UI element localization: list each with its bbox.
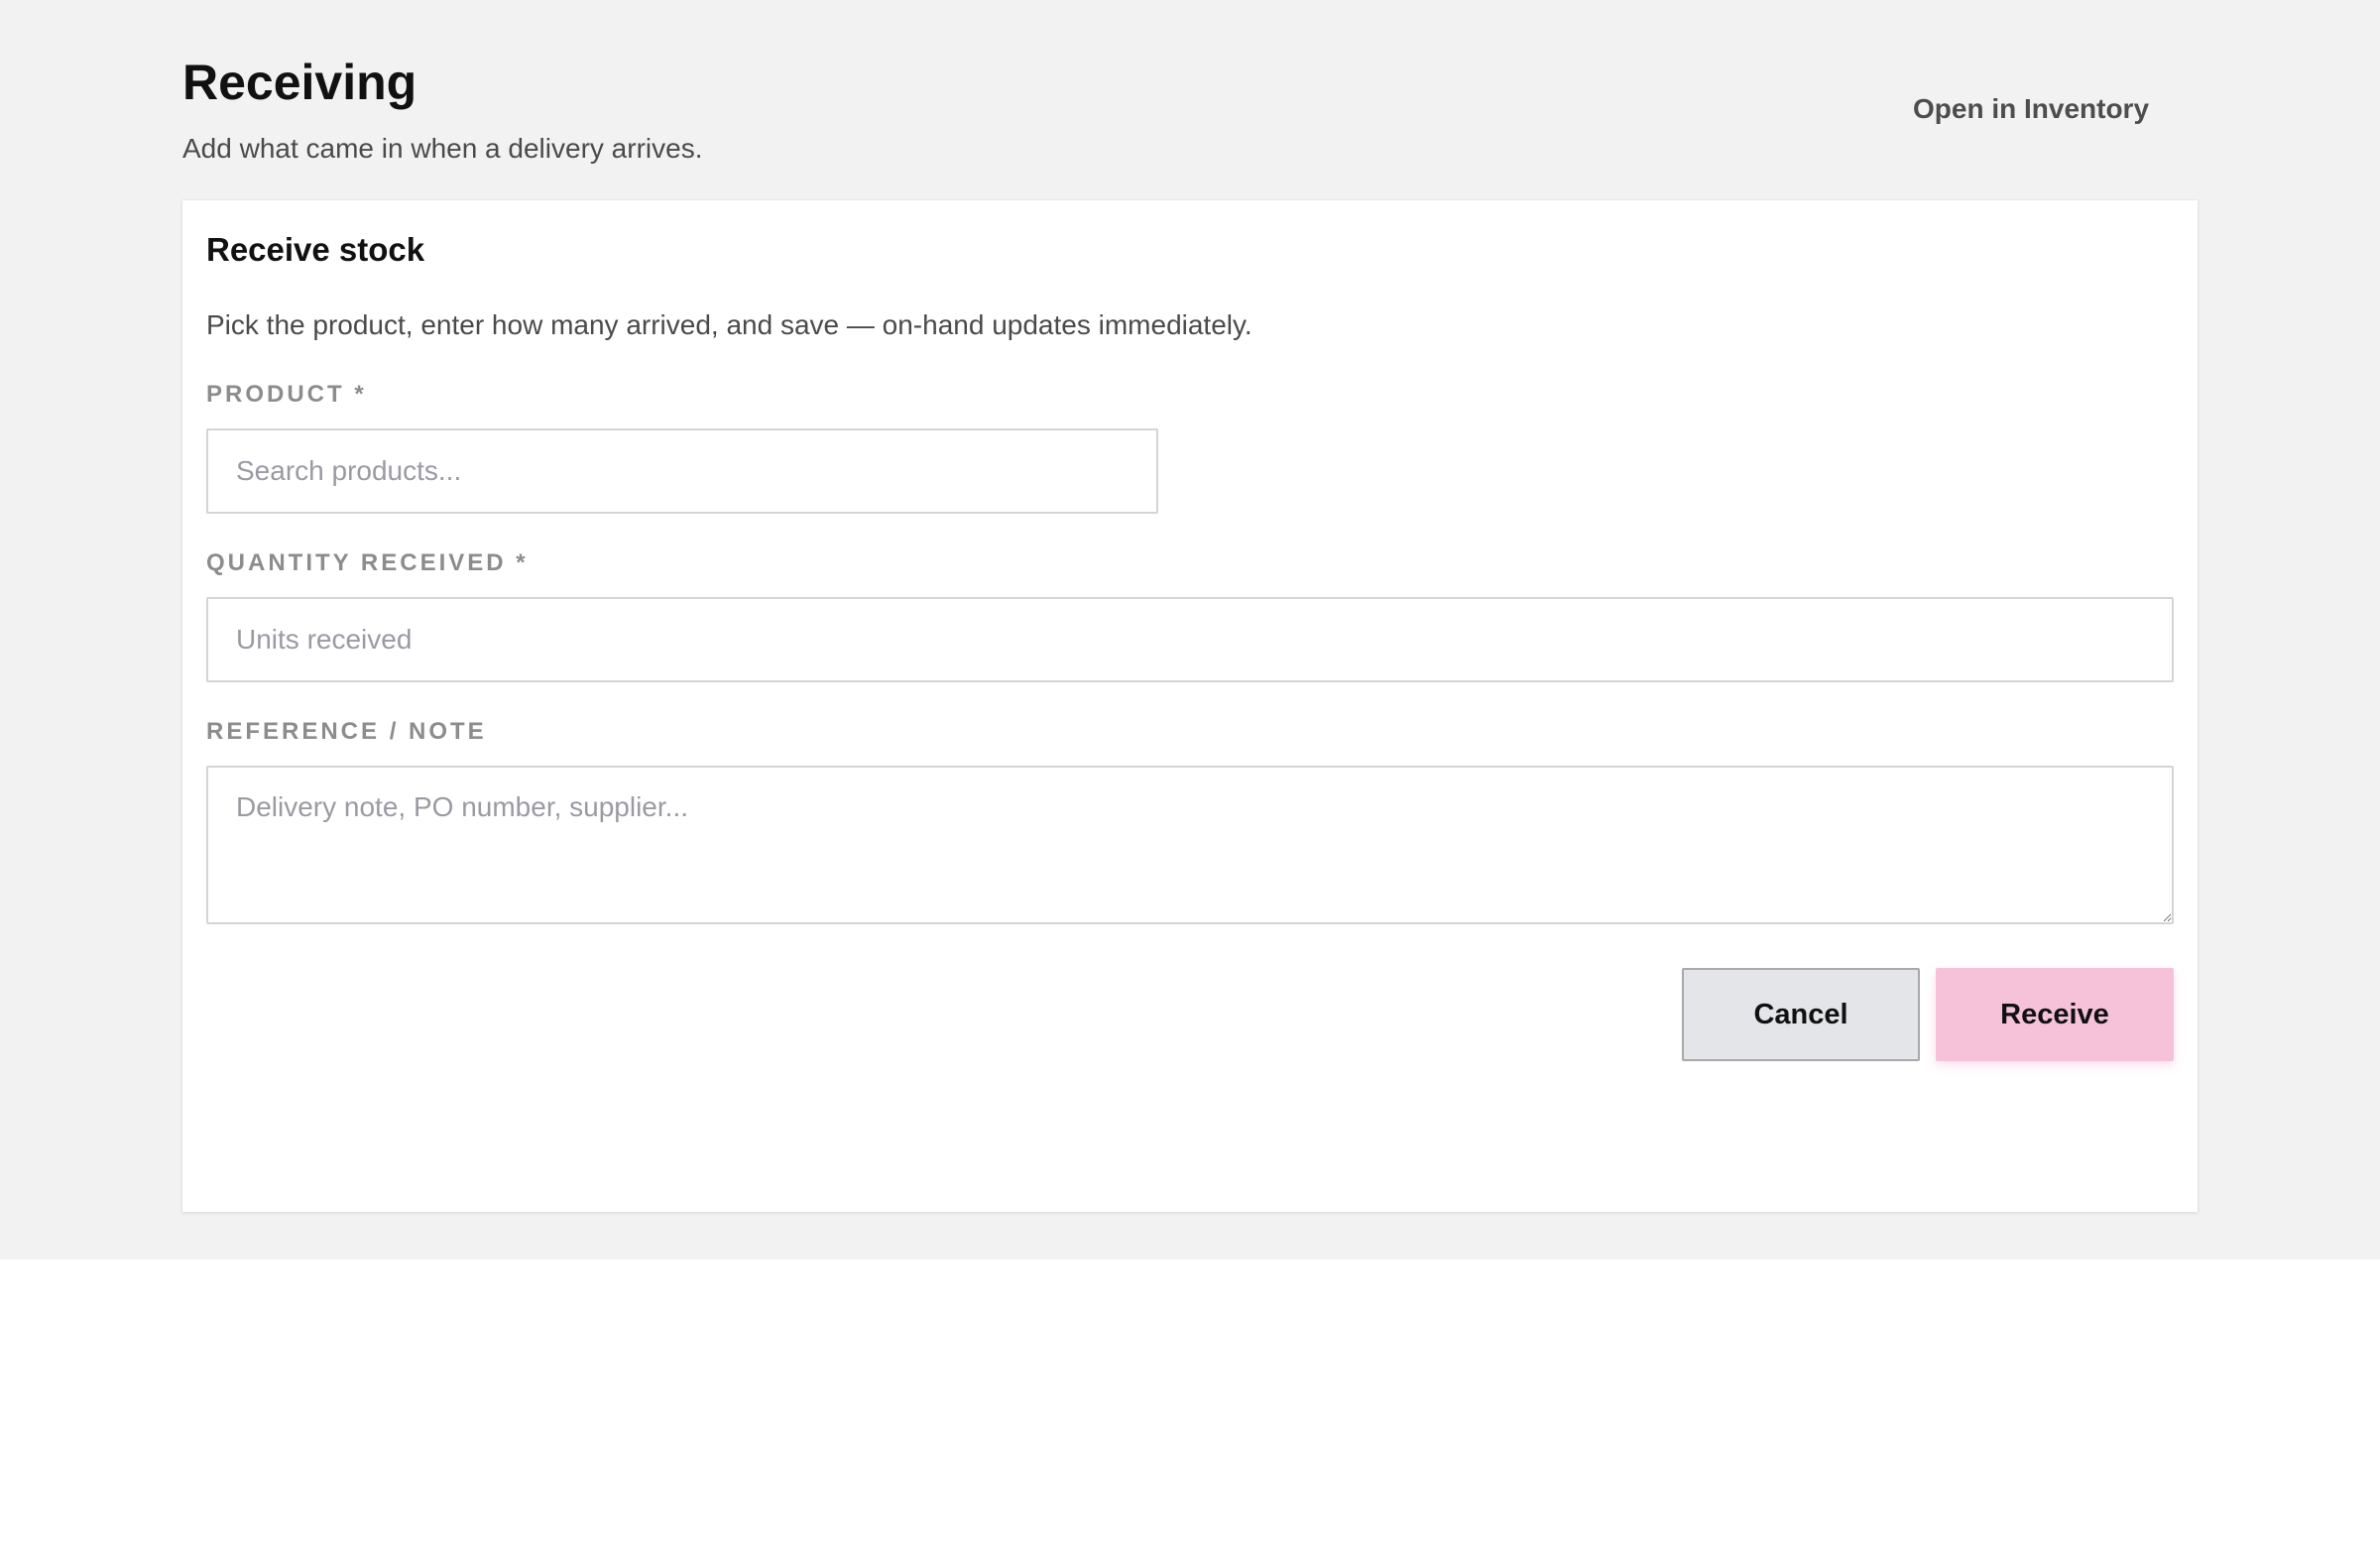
page-background: Receiving Add what came in when a delive… <box>0 0 2380 1260</box>
product-search-input[interactable] <box>206 428 1158 514</box>
open-in-inventory-link[interactable]: Open in Inventory <box>1884 85 2178 133</box>
quantity-received-input[interactable] <box>206 597 2174 682</box>
reference-label: REFERENCE / NOTE <box>206 718 487 745</box>
receive-button[interactable]: Receive <box>1936 968 2174 1061</box>
product-label: PRODUCT * <box>206 381 367 408</box>
page-title: Receiving <box>182 55 417 110</box>
cancel-button[interactable]: Cancel <box>1682 968 1920 1061</box>
page-subtitle: Add what came in when a delivery arrives… <box>182 133 703 164</box>
card-title: Receive stock <box>206 231 425 268</box>
receive-stock-card: Receive stock Pick the product, enter ho… <box>182 200 2198 1212</box>
reference-note-textarea[interactable] <box>206 766 2174 924</box>
quantity-label: QUANTITY RECEIVED * <box>206 549 529 576</box>
card-description: Pick the product, enter how many arrived… <box>206 309 1252 340</box>
